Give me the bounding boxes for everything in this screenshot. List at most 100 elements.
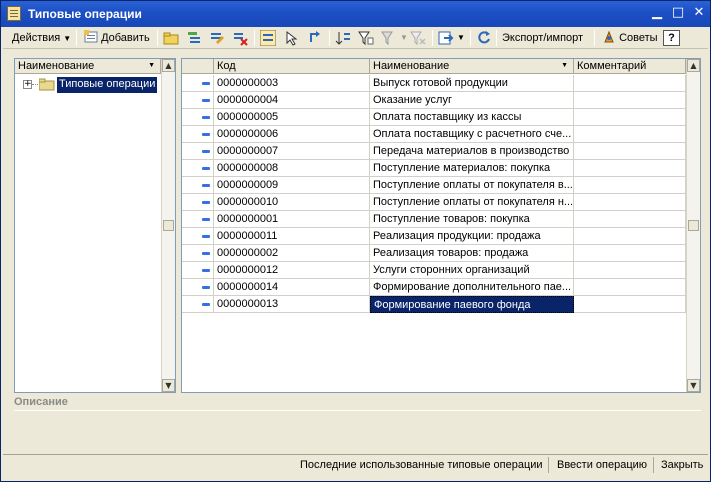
scroll-thumb[interactable] [688, 220, 699, 231]
name-cell[interactable]: Выпуск готовой продукции [370, 75, 574, 92]
close-window-button[interactable]: ✕ [690, 5, 708, 22]
hierarchy-icon[interactable] [260, 30, 276, 46]
scroll-thumb[interactable] [163, 220, 174, 231]
output-dropdown-arrow-icon[interactable]: ▼ [454, 29, 468, 47]
comment-cell[interactable] [574, 228, 686, 245]
name-column-header[interactable]: Наименование ▼ [370, 59, 574, 74]
name-cell[interactable]: Поступление материалов: покупка [370, 160, 574, 177]
comment-cell[interactable] [574, 109, 686, 126]
name-cell[interactable]: Реализация товаров: продажа [370, 245, 574, 262]
name-cell[interactable]: Услуги сторонних организаций [370, 262, 574, 279]
comment-cell[interactable] [574, 262, 686, 279]
table-row[interactable]: 0000000014 Формирование дополнительного п… [182, 279, 686, 296]
comment-cell[interactable] [574, 296, 686, 313]
comment-column-header[interactable]: Комментарий [574, 59, 686, 74]
code-column-header[interactable]: Код [214, 59, 370, 74]
help-button[interactable]: ? [663, 30, 680, 46]
comment-cell[interactable] [574, 92, 686, 109]
table-row[interactable]: 0000000010 Поступление оплаты от покупате… [182, 194, 686, 211]
table-row[interactable]: 0000000012 Услуги сторонних организаций [182, 262, 686, 279]
name-cell[interactable]: Формирование паевого фонда [370, 296, 574, 313]
table-row[interactable]: 0000000004 Оказание услуг [182, 92, 686, 109]
name-cell[interactable]: Поступление оплаты от покупателя н... [370, 194, 574, 211]
delete-icon[interactable] [232, 30, 248, 46]
comment-cell[interactable] [574, 160, 686, 177]
expand-icon[interactable]: + [23, 80, 32, 89]
refresh-icon[interactable] [476, 30, 492, 46]
table-row[interactable]: 0000000001 Поступление товаров: покупка [182, 211, 686, 228]
filter-list-icon[interactable] [381, 30, 397, 46]
add-label: Добавить [101, 32, 150, 44]
code-cell[interactable]: 0000000010 [214, 194, 370, 211]
table-scrollbar[interactable]: ▲ ▼ [686, 59, 700, 392]
comment-cell[interactable] [574, 143, 686, 160]
recent-operations-button[interactable]: Последние использованные типовые операци… [296, 457, 547, 474]
actions-menu-button[interactable]: Действия ▼ [9, 29, 74, 47]
code-cell[interactable]: 0000000011 [214, 228, 370, 245]
table-row[interactable]: 0000000013 Формирование паевого фонда [182, 296, 686, 313]
export-import-button[interactable]: Экспорт/импорт [499, 29, 586, 47]
table-row[interactable]: 0000000003 Выпуск готовой продукции [182, 75, 686, 92]
scroll-down-icon[interactable]: ▼ [162, 379, 175, 392]
row-icon-cell [182, 211, 214, 228]
comment-cell[interactable] [574, 126, 686, 143]
code-cell[interactable]: 0000000014 [214, 279, 370, 296]
scroll-up-icon[interactable]: ▲ [687, 59, 700, 72]
icon-column-header[interactable] [182, 59, 214, 74]
name-cell[interactable]: Передача материалов в производство [370, 143, 574, 160]
enter-operation-button[interactable]: Ввести операцию [553, 457, 651, 474]
code-cell[interactable]: 0000000001 [214, 211, 370, 228]
comment-cell[interactable] [574, 194, 686, 211]
code-cell[interactable]: 0000000008 [214, 160, 370, 177]
maximize-button[interactable]: □ [669, 5, 687, 22]
sort-icon[interactable] [335, 30, 351, 46]
clear-filter-icon[interactable] [410, 30, 426, 46]
table-row[interactable]: 0000000002 Реализация товаров: продажа [182, 245, 686, 262]
comment-cell[interactable] [574, 279, 686, 296]
tips-button[interactable]: Советы [599, 29, 661, 47]
name-cell[interactable]: Поступление товаров: покупка [370, 211, 574, 228]
name-cell[interactable]: Реализация продукции: продажа [370, 228, 574, 245]
table-row[interactable]: 0000000005 Оплата поставщику из кассы [182, 109, 686, 126]
code-cell[interactable]: 0000000003 [214, 75, 370, 92]
code-cell[interactable]: 0000000005 [214, 109, 370, 126]
name-cell[interactable]: Формирование дополнительного пае... [370, 279, 574, 296]
tree-header[interactable]: Наименование ▼ [15, 59, 161, 74]
name-cell[interactable]: Поступление оплаты от покупателя в... [370, 177, 574, 194]
code-cell[interactable]: 0000000006 [214, 126, 370, 143]
code-cell[interactable]: 0000000012 [214, 262, 370, 279]
title-bar[interactable]: Типовые операции ▁ □ ✕ [1, 1, 710, 27]
name-cell[interactable]: Оказание услуг [370, 92, 574, 109]
tree-scrollbar[interactable]: ▲ ▼ [161, 59, 175, 392]
comment-cell[interactable] [574, 211, 686, 228]
code-cell[interactable]: 0000000002 [214, 245, 370, 262]
code-cell[interactable]: 0000000009 [214, 177, 370, 194]
tree-root-item[interactable]: + Типовые операции [23, 77, 163, 93]
filter-icon[interactable] [358, 30, 374, 46]
comment-cell[interactable] [574, 177, 686, 194]
output-list-icon[interactable] [438, 30, 454, 46]
close-button[interactable]: Закрыть [657, 457, 707, 474]
edit-icon[interactable] [209, 30, 225, 46]
level-up-icon[interactable] [307, 30, 323, 46]
name-cell[interactable]: Оплата поставщику с расчетного сче... [370, 126, 574, 143]
comment-cell[interactable] [574, 75, 686, 92]
table-row[interactable]: 0000000008 Поступление материалов: покупк… [182, 160, 686, 177]
code-cell[interactable]: 0000000004 [214, 92, 370, 109]
code-cell[interactable]: 0000000013 [214, 296, 370, 313]
table-row[interactable]: 0000000009 Поступление оплаты от покупате… [182, 177, 686, 194]
minimize-button[interactable]: ▁ [648, 5, 666, 22]
add-button[interactable]: Добавить [81, 29, 153, 47]
table-row[interactable]: 0000000007 Передача материалов в производ… [182, 143, 686, 160]
select-icon[interactable] [284, 30, 300, 46]
add-folder-icon[interactable] [163, 30, 179, 46]
filter-dropdown-arrow-icon[interactable]: ▼ [397, 29, 411, 47]
comment-cell[interactable] [574, 245, 686, 262]
scroll-up-icon[interactable]: ▲ [162, 59, 175, 72]
code-cell[interactable]: 0000000007 [214, 143, 370, 160]
scroll-down-icon[interactable]: ▼ [687, 379, 700, 392]
table-row[interactable]: 0000000006 Оплата поставщику с расчетного… [182, 126, 686, 143]
copy-icon[interactable] [186, 30, 202, 46]
table-row[interactable]: 0000000011 Реализация продукции: продажа [182, 228, 686, 245]
name-cell[interactable]: Оплата поставщику из кассы [370, 109, 574, 126]
